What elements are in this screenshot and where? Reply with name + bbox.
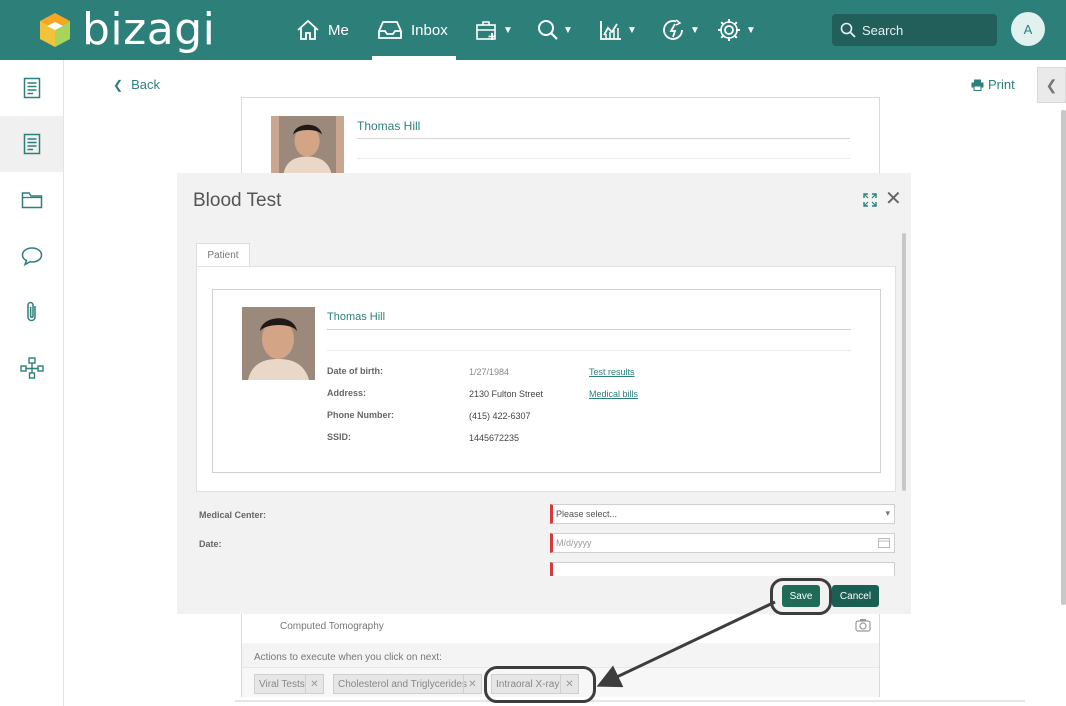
divider [357,158,850,159]
bizagi-logo[interactable]: bizagi [38,6,215,54]
search-icon [840,22,856,38]
action-tag-label: Viral Tests [259,678,305,690]
sidebar-item-form[interactable] [0,60,63,116]
dropdown-arrow-icon: ▾ [885,508,890,518]
camera-icon[interactable] [855,618,871,632]
patient-photo [242,307,315,380]
date-placeholder: M/d/yyyy [556,538,592,548]
left-sidebar [0,60,64,706]
attachment-icon [26,301,36,322]
home-icon [297,19,319,40]
dob-value: 1/27/1984 [469,367,510,377]
ssid-value: 1445672235 [469,433,520,443]
medical-center-label: Medical Center: [199,510,267,520]
phone-label: Phone Number: [327,410,395,420]
remove-tag-icon[interactable]: ✕ [305,675,323,693]
nav-me[interactable]: Me [296,0,349,60]
nav-inbox[interactable]: Inbox [372,0,456,60]
form-icon [23,133,40,155]
collapse-panel-button[interactable]: ❮ [1037,67,1066,103]
nav-analytics[interactable]: ▼ [599,0,637,60]
address-value: 2130 Fulton Street [469,389,544,399]
date-input[interactable]: M/d/yyyy [550,533,895,553]
divider [327,329,851,330]
phone-value: (415) 422-6307 [469,411,531,421]
patient-name-background: Thomas Hill [357,119,421,133]
search-box[interactable]: Search [832,14,997,46]
print-label: Print [988,77,1015,92]
divider [235,700,1025,702]
form-icon [23,77,40,99]
dob-label: Date of birth: [327,366,383,376]
back-link[interactable]: ❮ Back [113,77,160,92]
back-label: Back [131,77,160,92]
activity-icon [663,19,683,40]
top-navigation-bar: bizagi Me Inbox ▼ ▼ ▼ ▼ ▼ Search A [0,0,1066,60]
remove-tag-icon[interactable]: ✕ [463,675,481,693]
nav-new-case[interactable]: ▼ [475,0,513,60]
patient-name: Thomas Hill [327,311,386,323]
nav-settings[interactable]: ▼ [716,0,756,60]
sidebar-item-form-active[interactable] [0,116,63,172]
save-button-highlight [770,578,832,615]
action-tag[interactable]: Cholesterol and Triglycerides ✕ [333,674,482,694]
page-scrollbar[interactable] [1061,110,1066,605]
nav-activity[interactable]: ▼ [662,0,700,60]
comment-icon [21,247,42,266]
text-input[interactable] [550,562,895,576]
chevron-left-icon: ❮ [1045,76,1058,93]
test-results-link[interactable]: Test results [589,367,635,377]
inbox-icon [378,21,402,39]
dialog-title: Blood Test [193,190,282,211]
process-map-icon [19,357,44,379]
action-tag[interactable]: Viral Tests ✕ [254,674,324,694]
nav-me-label: Me [328,21,349,39]
search-icon [538,20,558,40]
chevron-left-icon: ❮ [113,77,124,92]
sidebar-item-process[interactable] [0,340,63,396]
chevron-down-icon: ▼ [746,24,756,36]
nav-inbox-label: Inbox [411,21,448,39]
bizagi-logo-icon [40,13,70,47]
new-case-icon [476,21,496,40]
chevron-down-icon: ▼ [690,24,700,36]
search-placeholder: Search [862,22,904,38]
patient-portrait-image [279,116,336,173]
sidebar-item-attachments[interactable] [0,284,63,340]
brand-name: bizagi [82,4,216,55]
medical-bills-link[interactable]: Medical bills [589,389,638,399]
ssid-label: SSID: [327,432,352,442]
computed-tomography-label: Computed Tomography [280,621,384,632]
dialog-scrollbar[interactable] [902,233,906,491]
settings-icon [718,19,740,41]
divider [357,138,850,139]
sidebar-item-folder[interactable] [0,172,63,228]
print-link[interactable]: Print [971,77,1015,92]
tab-patient[interactable]: Patient [196,243,250,267]
medical-center-value: Please select... [556,509,618,519]
divider [327,350,851,351]
maximize-icon[interactable] [863,193,877,207]
calendar-icon[interactable] [878,537,890,548]
date-label: Date: [199,539,222,549]
patient-portrait-image [242,307,315,380]
medical-center-select[interactable]: Please select... ▾ [550,504,895,524]
folder-icon [21,192,42,209]
chevron-down-icon: ▼ [563,24,573,36]
analytics-icon [600,21,621,40]
nav-search[interactable]: ▼ [537,0,573,60]
chevron-down-icon: ▼ [503,24,513,36]
xray-tag-highlight [484,666,596,703]
chevron-down-icon: ▼ [627,24,637,36]
patient-photo-background [271,116,344,173]
actions-label: Actions to execute when you click on nex… [254,652,442,663]
user-avatar[interactable]: A [1011,12,1045,46]
cancel-button[interactable]: Cancel [832,585,879,607]
close-icon[interactable]: ✕ [885,189,902,209]
sidebar-item-comments[interactable] [0,228,63,284]
printer-icon [971,79,984,91]
action-tag-label: Cholesterol and Triglycerides [338,678,467,690]
address-label: Address: [327,388,367,398]
blood-test-dialog: Blood Test ✕ Patient Thomas Hill Date of… [177,173,911,614]
